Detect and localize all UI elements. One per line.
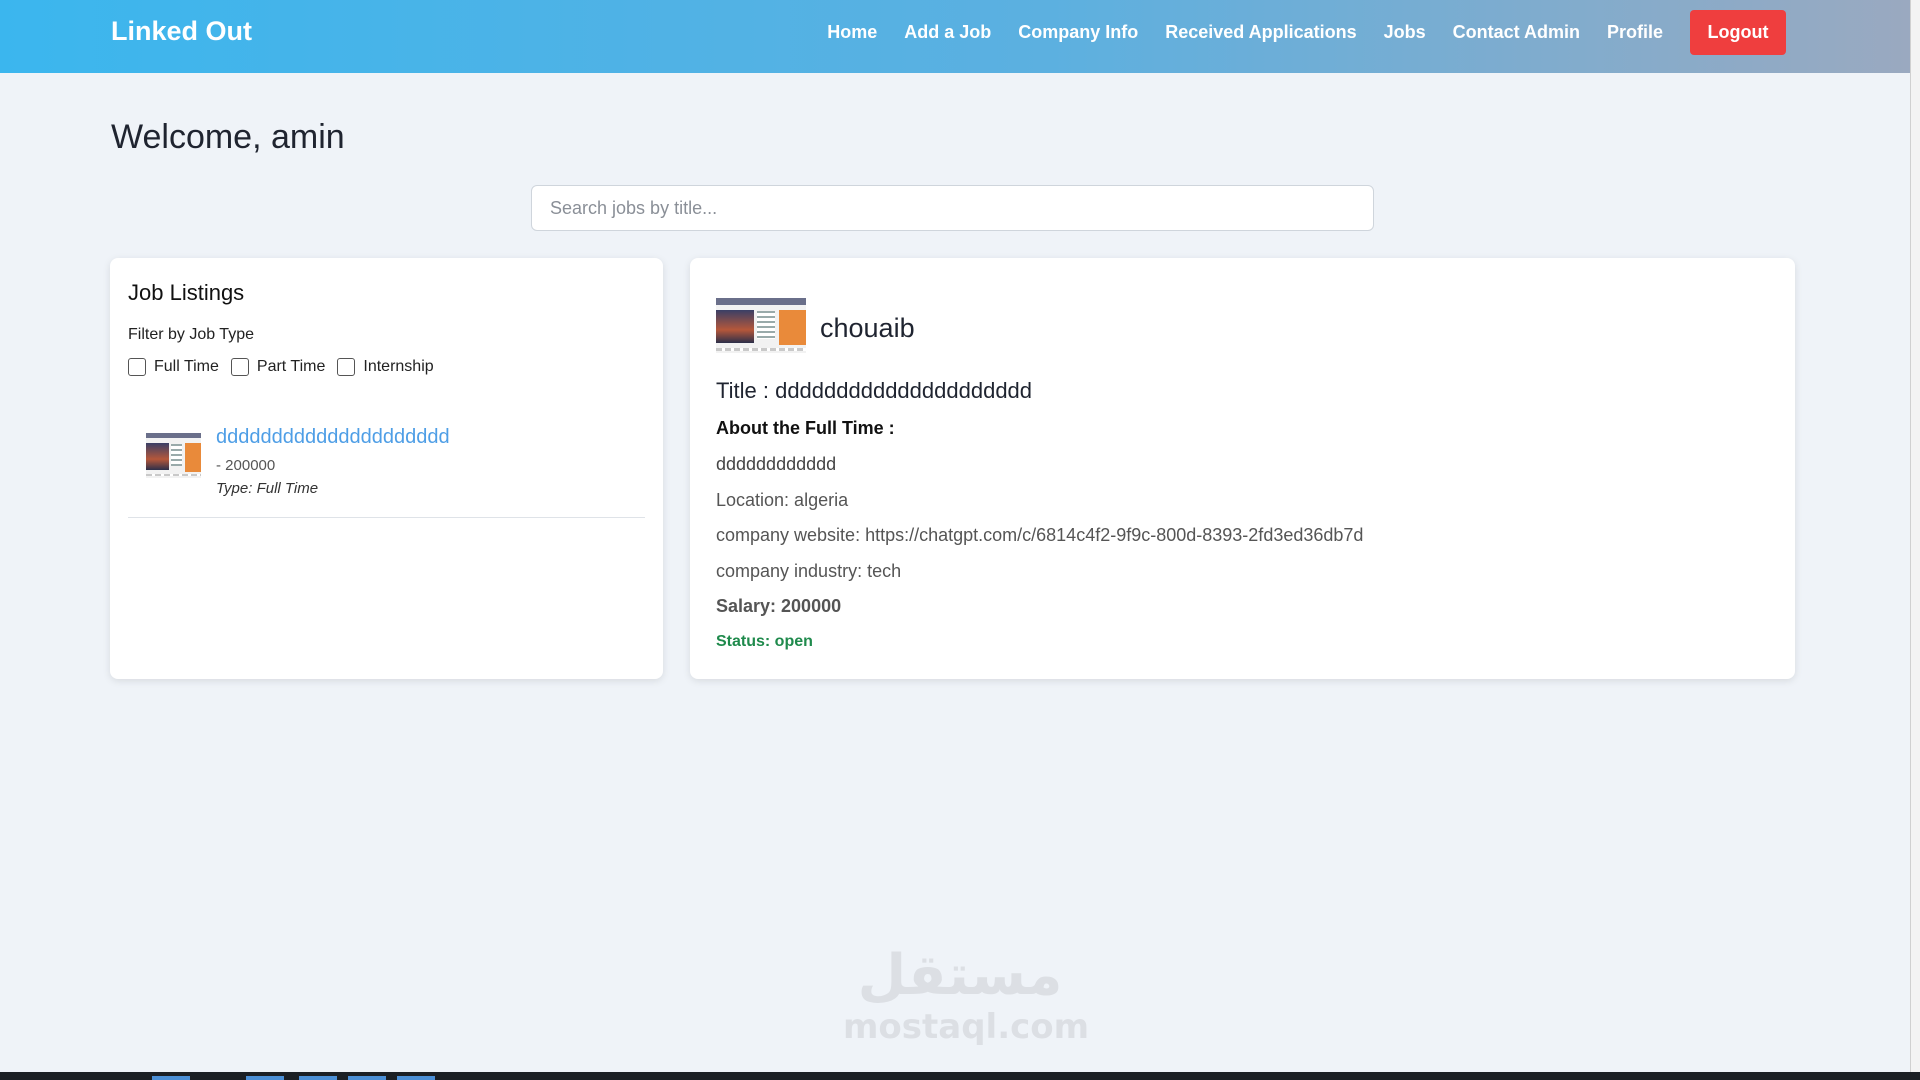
- nav-add-job[interactable]: Add a Job: [904, 22, 991, 43]
- nav-received-applications[interactable]: Received Applications: [1165, 22, 1356, 43]
- company-logo-image: [716, 298, 806, 353]
- os-taskbar: [0, 1072, 1920, 1080]
- job-description: dddddddddddd: [716, 454, 837, 474]
- watermark-arabic: مستقل: [857, 943, 1063, 1008]
- watermark-latin: mostaql.com: [843, 1007, 1090, 1047]
- internship-checkbox[interactable]: [337, 358, 356, 376]
- nav-company-info[interactable]: Company Info: [1018, 22, 1138, 43]
- top-navbar: Linked Out Home Add a Job Company Info R…: [0, 0, 1910, 73]
- job-listings-title: Job Listings: [128, 280, 245, 305]
- nav-home[interactable]: Home: [827, 22, 877, 43]
- company-name: chouaib: [820, 313, 915, 343]
- job-detail-card: chouaib Title : ddddddddddddddddddddd Ab…: [690, 258, 1795, 679]
- full-time-checkbox[interactable]: [128, 358, 146, 376]
- nav-profile[interactable]: Profile: [1607, 22, 1663, 43]
- full-time-label: Full Time: [154, 358, 219, 375]
- job-list-item[interactable]: ddddddddddddddddddddd - 200000 Type: Ful…: [128, 408, 645, 518]
- taskbar-app-icon[interactable]: [246, 1076, 284, 1080]
- job-detail-title: Title : ddddddddddddddddddddd: [716, 378, 1033, 403]
- taskbar-app-icon[interactable]: [152, 1076, 190, 1080]
- welcome-heading: Welcome, amin: [111, 118, 345, 156]
- page-scrollbar[interactable]: [1910, 0, 1920, 1080]
- nav-links: Home Add a Job Company Info Received App…: [827, 10, 1786, 55]
- job-salary: - 200000: [216, 457, 276, 474]
- nav-contact-admin[interactable]: Contact Admin: [1453, 22, 1580, 43]
- filter-full-time[interactable]: Full Time: [128, 358, 219, 376]
- job-search-input[interactable]: [531, 185, 1374, 231]
- job-type-filters: Full Time Part Time Internship: [128, 358, 446, 376]
- internship-label: Internship: [363, 358, 434, 375]
- job-thumbnail-image: [146, 433, 201, 478]
- company-industry: company industry: tech: [716, 561, 902, 581]
- logout-button[interactable]: Logout: [1690, 10, 1786, 55]
- job-listings-card: Job Listings Filter by Job Type Full Tim…: [110, 258, 663, 679]
- about-label: About the Full Time :: [716, 418, 895, 438]
- brand-logo[interactable]: Linked Out: [111, 16, 252, 47]
- part-time-label: Part Time: [256, 358, 326, 375]
- taskbar-app-icon[interactable]: [348, 1076, 386, 1080]
- mostaql-watermark: مستقل mostaql.com: [843, 943, 1090, 1060]
- part-time-checkbox[interactable]: [230, 358, 249, 376]
- taskbar-app-icon[interactable]: [397, 1076, 435, 1080]
- job-location: Location: algeria: [716, 490, 849, 510]
- job-type: Type: Full Time: [216, 480, 319, 497]
- job-title-link[interactable]: ddddddddddddddddddddd: [216, 426, 450, 449]
- filter-internship[interactable]: Internship: [337, 358, 434, 376]
- filter-label: Filter by Job Type: [128, 326, 254, 343]
- job-status: Status: open: [716, 633, 813, 650]
- taskbar-app-icon[interactable]: [299, 1076, 337, 1080]
- job-detail-salary: Salary: 200000: [716, 596, 842, 616]
- company-website: company website: https://chatgpt.com/c/6…: [716, 525, 1364, 545]
- filter-part-time[interactable]: Part Time: [230, 358, 326, 376]
- nav-jobs[interactable]: Jobs: [1384, 22, 1426, 43]
